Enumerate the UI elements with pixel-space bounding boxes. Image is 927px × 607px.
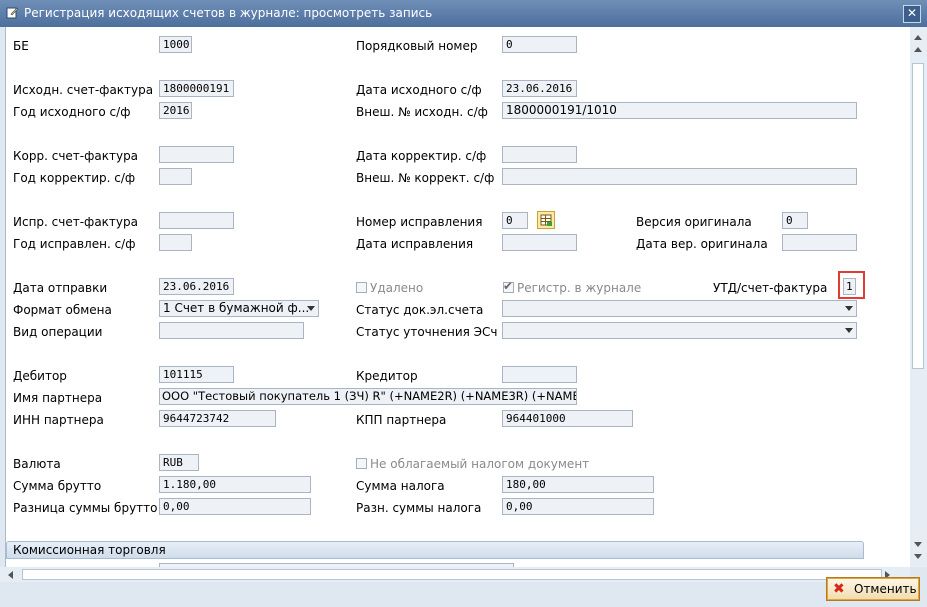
cancel-button[interactable]: ✖ Отменить xyxy=(826,577,920,601)
registered-checkbox[interactable]: ✔ xyxy=(503,279,514,293)
creditor-label: Кредитор xyxy=(356,369,418,383)
partner-inn-field[interactable]: 9644723742 xyxy=(159,410,276,427)
op-type-field[interactable] xyxy=(159,322,304,339)
fix-invoice-label: Испр. счет-фактура xyxy=(13,215,138,229)
op-type-label: Вид операции xyxy=(13,325,103,339)
scroll-up-icon[interactable] xyxy=(914,35,922,40)
orig-version-label: Версия оригинала xyxy=(636,215,752,229)
cancel-label: Отменить xyxy=(854,582,917,596)
seq-no-label: Порядковый номер xyxy=(356,39,478,53)
vertical-scrollbar[interactable] xyxy=(910,27,927,567)
scroll-page-down-icon[interactable] xyxy=(914,542,922,547)
seq-no-field[interactable]: 0 xyxy=(502,36,577,53)
edoc-status-label: Статус док.эл.счета xyxy=(356,303,484,317)
fix-date-label: Дата исправления xyxy=(356,237,474,251)
horizontal-scrollbar[interactable] xyxy=(0,567,910,582)
scroll-down-icon[interactable] xyxy=(914,554,922,559)
tax-free-label: Не облагаемый налогом документ xyxy=(370,457,590,471)
close-icon[interactable]: ✕ xyxy=(903,5,921,23)
corr-invoice-field[interactable] xyxy=(159,146,234,163)
fix-year-field[interactable] xyxy=(159,234,192,251)
creditor-field[interactable] xyxy=(502,366,577,383)
send-date-label: Дата отправки xyxy=(13,281,108,295)
partner-name-field[interactable]: ООО "Тестовый покупатель 1 (ЗЧ) R" (+NAM… xyxy=(159,388,577,405)
orig-date-label: Дата исходного с/ф xyxy=(356,83,482,97)
fix-no-field[interactable]: 0 xyxy=(502,212,528,229)
horizontal-scroll-thumb[interactable] xyxy=(22,569,882,580)
registered-label: Регистр. в журнале xyxy=(517,281,642,295)
scroll-page-up-icon[interactable] xyxy=(914,47,922,52)
orig-invoice-label: Исходн. счет-фактура xyxy=(13,83,154,97)
footer-bar xyxy=(0,582,927,607)
ext-corr-no-label: Внеш. № коррект. с/ф xyxy=(356,171,495,185)
orig-invoice-field[interactable]: 1800000191 xyxy=(159,80,234,97)
exchange-format-label: Формат обмена xyxy=(13,303,112,317)
gross-diff-field[interactable]: 0,00 xyxy=(159,498,311,515)
currency-field[interactable]: RUB xyxy=(159,454,199,471)
fix-year-label: Год исправлен. с/ф xyxy=(13,237,136,251)
ext-corr-no-field[interactable] xyxy=(502,168,857,185)
edoc-status-select[interactable] xyxy=(502,300,857,317)
orig-version-field[interactable]: 0 xyxy=(782,212,808,229)
debtor-label: Дебитор xyxy=(13,369,67,383)
send-date-field[interactable]: 23.06.2016 xyxy=(159,278,234,295)
tax-free-checkbox[interactable] xyxy=(356,458,367,469)
orig-year-label: Год исходного с/ф xyxy=(13,105,131,119)
gross-diff-label: Разница суммы брутто xyxy=(13,501,158,515)
gross-label: Сумма брутто xyxy=(13,479,102,493)
corr-date-label: Дата корректир. с/ф xyxy=(356,149,487,163)
partner-kpp-label: КПП партнера xyxy=(356,413,447,427)
debtor-field[interactable]: 101115 xyxy=(159,366,234,383)
currency-label: Валюта xyxy=(13,457,61,471)
orig-ver-date-field[interactable] xyxy=(782,234,857,251)
corr-year-field[interactable] xyxy=(159,168,192,185)
partner-name-label: Имя партнера xyxy=(13,391,103,405)
orig-year-field[interactable]: 2016 xyxy=(159,102,192,119)
form-area: БЕ 1000 Порядковый номер 0 Исходн. счет-… xyxy=(5,27,911,567)
corr-year-label: Год корректир. с/ф xyxy=(13,171,136,185)
title-bar: Регистрация исходящих счетов в журнале: … xyxy=(0,0,927,27)
deleted-label: Удалено xyxy=(370,281,424,295)
exchange-format-select[interactable]: 1 Счет в бумажной ф... xyxy=(159,300,319,317)
fix-history-button[interactable] xyxy=(537,211,555,229)
ext-orig-no-label: Внеш. № исходн. с/ф xyxy=(356,105,488,119)
esf-status-select[interactable] xyxy=(502,322,857,339)
deleted-checkbox[interactable] xyxy=(356,282,367,293)
tax-diff-field[interactable]: 0,00 xyxy=(502,498,654,515)
vertical-scroll-thumb[interactable] xyxy=(912,63,924,369)
orig-date-field[interactable]: 23.06.2016 xyxy=(502,80,577,97)
exchange-format-value: 1 Счет в бумажной ф... xyxy=(163,301,310,315)
checkmark-icon: ✔ xyxy=(503,279,514,293)
tax-field[interactable]: 180,00 xyxy=(502,476,654,493)
be-label: БЕ xyxy=(13,39,29,53)
dropdown-arrow-icon xyxy=(307,306,315,311)
orig-ver-date-label: Дата вер. оригинала xyxy=(636,237,768,251)
fix-no-label: Номер исправления xyxy=(356,215,483,229)
gross-field[interactable]: 1.180,00 xyxy=(159,476,311,493)
edit-document-icon xyxy=(6,7,19,19)
scroll-left-icon[interactable] xyxy=(8,571,13,579)
dropdown-arrow-icon xyxy=(845,306,853,311)
corr-invoice-label: Корр. счет-фактура xyxy=(13,149,139,163)
utd-label: УТД/счет-фактура xyxy=(713,281,828,295)
esf-status-label: Статус уточнения ЭСч xyxy=(356,325,498,339)
cancel-icon: ✖ xyxy=(833,581,845,597)
ext-orig-no-field[interactable]: 1800000191/1010 xyxy=(502,102,857,119)
fix-invoice-field[interactable] xyxy=(159,212,234,229)
partner-kpp-field[interactable]: 964401000 xyxy=(502,410,633,427)
commission-trade-section: Комиссионная торговля xyxy=(6,541,864,559)
fix-date-field[interactable] xyxy=(502,234,577,251)
be-field[interactable]: 1000 xyxy=(159,36,192,53)
table-icon xyxy=(540,214,552,226)
partner-inn-label: ИНН партнера xyxy=(13,413,104,427)
tax-diff-label: Разн. суммы налога xyxy=(356,501,482,515)
window-title: Регистрация исходящих счетов в журнале: … xyxy=(24,6,433,20)
corr-date-field[interactable] xyxy=(502,146,577,163)
section-title: Комиссионная торговля xyxy=(13,543,166,557)
dropdown-arrow-icon xyxy=(845,328,853,333)
tax-label: Сумма налога xyxy=(356,479,445,493)
highlight-box xyxy=(838,271,865,299)
